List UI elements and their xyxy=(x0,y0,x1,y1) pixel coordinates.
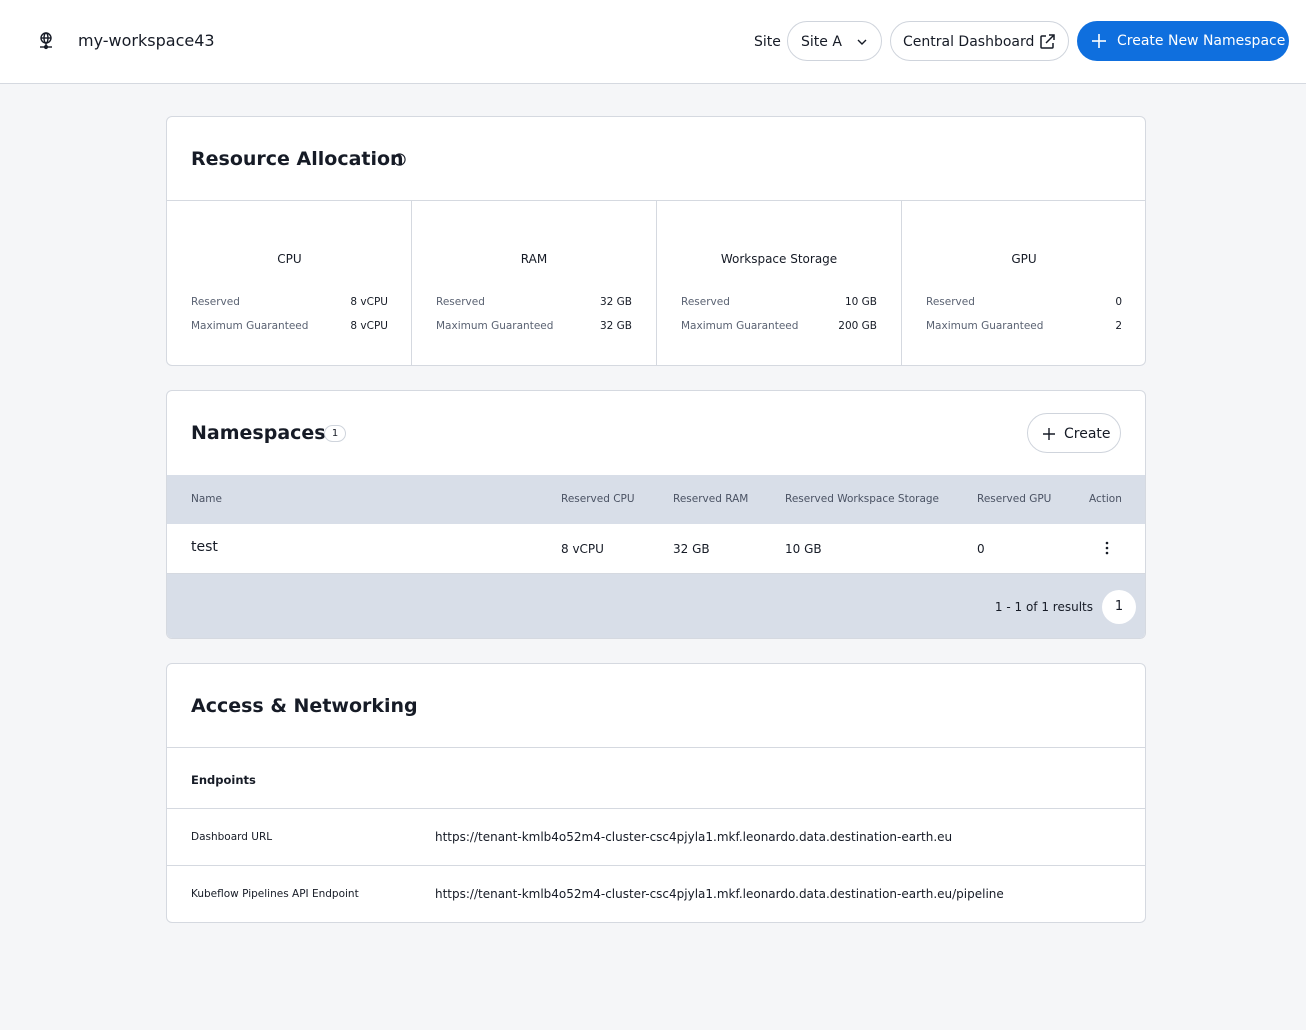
access-networking-card: Access & Networking Endpoints Dashboard … xyxy=(166,663,1146,923)
resource-title: Workspace Storage xyxy=(720,252,838,266)
max-guaranteed-label: Maximum Guaranteed xyxy=(926,320,1044,332)
resource-column-ram: RAM Reserved 32 GB Maximum Guaranteed 32… xyxy=(411,201,656,365)
reserved-value: 8 vCPU xyxy=(350,296,388,308)
site-label: Site xyxy=(754,34,781,50)
endpoint-label: Kubeflow Pipelines API Endpoint xyxy=(191,888,359,900)
namespace-cpu: 8 vCPU xyxy=(561,542,604,556)
resource-allocation-card: Resource Allocation CPU Reserved 8 vCPU … xyxy=(166,116,1146,366)
endpoint-value[interactable]: https://tenant-kmlb4o52m4-cluster-csc4pj… xyxy=(435,829,952,845)
reserved-label: Reserved xyxy=(926,296,975,308)
max-guaranteed-value: 2 xyxy=(1115,320,1122,332)
max-guaranteed-value: 200 GB xyxy=(838,320,877,332)
resource-column-cpu: CPU Reserved 8 vCPU Maximum Guaranteed 8… xyxy=(167,201,412,365)
chevron-down-icon xyxy=(857,39,867,45)
column-header-action: Action xyxy=(1089,493,1122,505)
create-new-namespace-button[interactable]: Create New Namespace xyxy=(1077,21,1289,61)
results-count: 1 - 1 of 1 results xyxy=(994,600,1093,614)
central-dashboard-button[interactable]: Central Dashboard xyxy=(890,21,1069,61)
info-icon[interactable] xyxy=(393,153,406,166)
workspace-globe-icon xyxy=(40,32,52,50)
namespace-storage: 10 GB xyxy=(785,542,822,556)
table-row: test 8 vCPU 32 GB 10 GB 0 xyxy=(167,524,1145,574)
max-guaranteed-label: Maximum Guaranteed xyxy=(191,320,309,332)
central-dashboard-label: Central Dashboard xyxy=(903,34,1035,50)
top-header: my-workspace43 Site Site A Central Dashb… xyxy=(0,0,1306,84)
workspace-name: my-workspace43 xyxy=(78,31,215,50)
reserved-label: Reserved xyxy=(191,296,240,308)
site-select-value: Site A xyxy=(801,34,842,50)
max-guaranteed-label: Maximum Guaranteed xyxy=(681,320,799,332)
reserved-value: 32 GB xyxy=(599,296,632,308)
create-new-namespace-label: Create New Namespace xyxy=(1117,33,1286,49)
endpoints-heading: Endpoints xyxy=(191,773,256,787)
endpoint-value[interactable]: https://tenant-kmlb4o52m4-cluster-csc4pj… xyxy=(435,886,1004,902)
kebab-menu-icon[interactable] xyxy=(1101,540,1113,556)
resource-column-gpu: GPU Reserved 0 Maximum Guaranteed 2 xyxy=(901,201,1145,365)
divider xyxy=(167,747,1145,748)
reserved-value: 10 GB xyxy=(844,296,877,308)
reserved-label: Reserved xyxy=(681,296,730,308)
column-header-reserved-cpu: Reserved CPU xyxy=(561,493,635,505)
page-button[interactable]: 1 xyxy=(1102,590,1136,624)
max-guaranteed-value: 8 vCPU xyxy=(350,320,388,332)
divider xyxy=(167,865,1145,866)
namespace-gpu: 0 xyxy=(977,542,985,556)
plus-icon xyxy=(1043,428,1055,440)
resource-title: GPU xyxy=(1011,252,1037,266)
access-networking-title: Access & Networking xyxy=(191,695,418,717)
plus-icon xyxy=(1092,34,1106,48)
namespace-ram: 32 GB xyxy=(673,542,710,556)
reserved-value: 0 xyxy=(1115,296,1122,308)
create-namespace-button[interactable]: Create xyxy=(1027,413,1121,453)
reserved-label: Reserved xyxy=(436,296,485,308)
max-guaranteed-value: 32 GB xyxy=(599,320,632,332)
column-header-reserved-storage: Reserved Workspace Storage xyxy=(785,493,940,505)
divider xyxy=(167,808,1145,809)
resource-title: CPU xyxy=(277,252,302,266)
namespace-name: test xyxy=(191,539,218,555)
resource-title: RAM xyxy=(520,252,548,266)
column-header-reserved-ram: Reserved RAM xyxy=(673,493,749,505)
namespaces-card: Namespaces 1 Create Name Reserved CPU Re… xyxy=(166,390,1146,639)
create-label: Create xyxy=(1064,426,1111,442)
resource-column-storage: Workspace Storage Reserved 10 GB Maximum… xyxy=(656,201,901,365)
max-guaranteed-label: Maximum Guaranteed xyxy=(436,320,554,332)
endpoint-label: Dashboard URL xyxy=(191,831,273,843)
column-header-reserved-gpu: Reserved GPU xyxy=(977,493,1052,505)
external-link-icon xyxy=(1040,34,1055,49)
resource-allocation-title: Resource Allocation xyxy=(191,148,404,170)
site-select[interactable]: Site A xyxy=(787,21,882,61)
namespace-count-badge: 1 xyxy=(324,425,346,442)
table-pagination: 1 - 1 of 1 results 1 xyxy=(167,574,1145,638)
column-header-name: Name xyxy=(191,493,222,505)
namespaces-title: Namespaces xyxy=(191,422,326,444)
table-header: Name Reserved CPU Reserved RAM Reserved … xyxy=(167,475,1145,524)
